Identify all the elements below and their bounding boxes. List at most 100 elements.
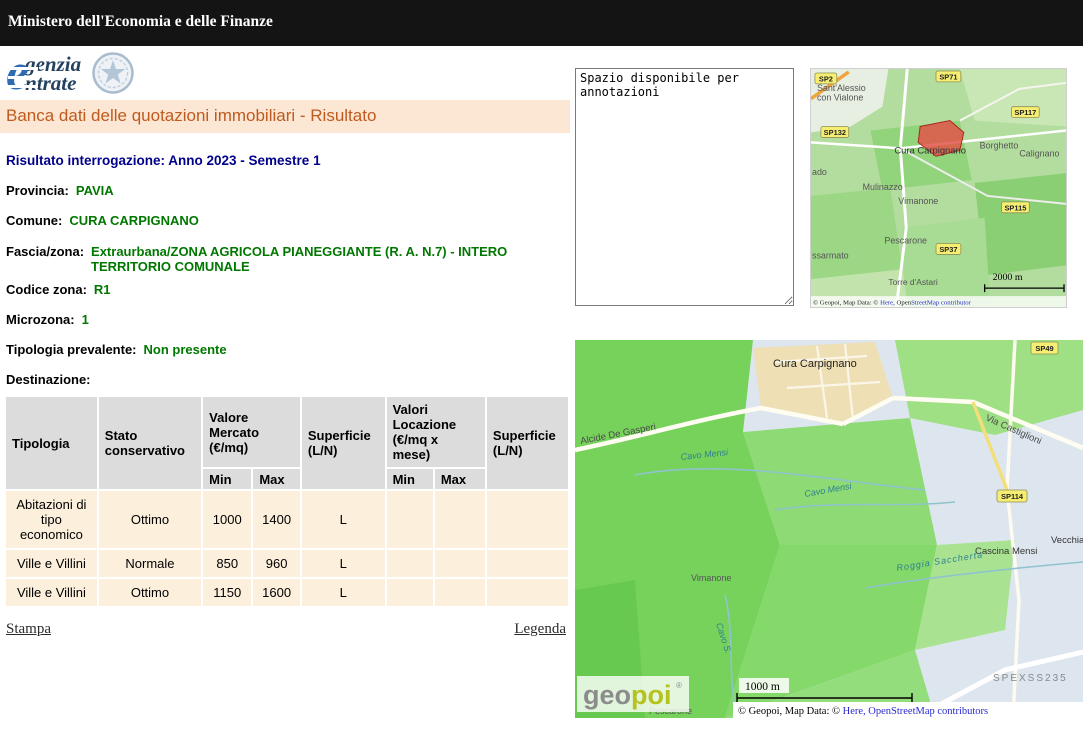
map-label-sant-alessio: con Vialone [817,93,863,103]
map-attribution: © Geopoi, Map Data: © Here, OpenStreetMa… [733,702,1083,718]
cell-vm-max: 960 [253,550,300,577]
field-destinazione: Destinazione: [6,372,570,387]
cell-superficie-2 [487,579,568,606]
col-header-superficie-2: Superficie (L/N) [487,397,568,489]
italy-emblem-icon [91,51,135,95]
field-value: 1 [82,312,89,327]
col-header-max: Max [435,469,485,489]
cell-vm-max: 1600 [253,579,300,606]
map-label-vecchia: Vecchia [1051,535,1083,546]
svg-text:© Geopoi, Map Data: © Here, Op: © Geopoi, Map Data: © Here, OpenStreetMa… [738,706,988,717]
field-label: Comune: [6,213,62,228]
svg-text:geopoi: geopoi [583,680,672,710]
map-label-ssarmato: ssarmato [812,250,849,260]
svg-text:SP132: SP132 [824,128,846,137]
overview-map[interactable]: SP2 SP71 SP117 SP132 SP115 SP37 [810,68,1067,308]
ministry-title: Ministero dell'Economia e delle Finanze [8,13,273,30]
logo-stripe [8,85,38,88]
cell-superficie-2 [487,491,568,548]
cell-vl-max [435,550,485,577]
svg-text:© Geopoi, Map Data: © Here, Op: © Geopoi, Map Data: © Here, OpenStreetMa… [813,300,972,307]
cell-vl-min [387,550,433,577]
col-header-max: Max [253,469,300,489]
cell-vl-min [387,579,433,606]
road-badge-sp49: SP49 [1031,342,1058,354]
field-value: Non presente [144,342,227,357]
field-value: CURA CARPIGNANO [69,213,199,228]
main-content: e genzia ntrate Banca dati delle quotazi… [0,46,570,638]
field-label: Provincia: [6,183,69,198]
cell-stato: Normale [99,550,201,577]
map-label-calignano: Calignano [1019,148,1059,158]
map-label-borghetto: Borghetto [980,140,1019,150]
cell-tipologia: Abitazioni di tipo economico [6,491,97,548]
cell-vl-max [435,491,485,548]
col-header-stato: Stato conservativo [99,397,201,489]
here-link: Here, [880,300,895,307]
osm-link: OpenStreetMap contributors [868,706,988,717]
cell-tipologia: Ville e Villini [6,579,97,606]
field-label: Codice zona: [6,282,87,297]
map-label-cura-carpignano: Cura Carpignano [894,144,966,155]
svg-text:2000 m: 2000 m [993,272,1023,283]
map-label-vimanone: Vimanone [691,573,731,583]
result-section: Risultato interrogazione: Anno 2023 - Se… [0,153,570,638]
map-label-spexss235: SPEXSS235 [993,673,1068,684]
cell-vm-max: 1400 [253,491,300,548]
map-terrain [575,340,1083,718]
logo-stripe [8,76,38,79]
stampa-link[interactable]: Stampa [6,621,51,638]
table-row: Ville e Villini Normale 850 960 L [6,550,568,577]
ministry-bar: Ministero dell'Economia e delle Finanze [0,0,1083,46]
field-label: Destinazione: [6,372,91,387]
cell-stato: Ottimo [99,491,201,548]
road-badge-sp115: SP115 [1002,202,1030,213]
field-fascia-zona: Fascia/zona: Extraurbana/ZONA AGRICOLA P… [6,244,570,274]
annotations-textarea[interactable]: Spazio disponibile per annotazioni [575,68,794,306]
app-window: Ministero dell'Economia e delle Finanze … [0,0,1083,737]
svg-text:1000 m: 1000 m [745,681,780,693]
geopoi-logo: geopoi ® [577,676,689,712]
table-row: Ville e Villini Ottimo 1150 1600 L [6,579,568,606]
logo-stripe [8,67,38,70]
col-header-min: Min [203,469,251,489]
col-header-superficie-1: Superficie (L/N) [302,397,385,489]
map-label-ado: ado [812,167,827,177]
road-badge-sp114: SP114 [997,490,1027,502]
cell-superficie-1: L [302,491,385,548]
road-badge-sp117: SP117 [1011,107,1039,118]
map-terrain [811,69,1066,307]
field-codice-zona: Codice zona: R1 [6,282,570,297]
map-label-sant-alessio: Sant'Alessio [817,83,866,93]
logo-e-glyph: e [6,51,29,95]
agenzia-entrate-logo: e genzia ntrate [6,51,81,95]
col-header-valori-locazione: Valori Locazione (€/mq x mese) [387,397,485,467]
agency-header: e genzia ntrate [0,46,570,100]
page-title: Banca dati delle quotazioni immobiliari … [0,100,570,133]
field-value: R1 [94,282,111,297]
cell-vm-min: 1000 [203,491,251,548]
map-label-torre-dastari: Torre d'Astari [888,277,937,287]
road-badge-sp71: SP71 [936,71,961,82]
road-badge-sp132: SP132 [821,127,849,138]
map-label-mulinazzo: Mulinazzo [863,182,903,192]
svg-text:SP117: SP117 [1014,108,1036,117]
field-microzona: Microzona: 1 [6,312,570,327]
cell-vm-min: 1150 [203,579,251,606]
legenda-link[interactable]: Legenda [514,621,566,638]
quotations-table: Tipologia Stato conservativo Valore Merc… [4,395,570,608]
field-comune: Comune: CURA CARPIGNANO [6,213,570,228]
col-header-min: Min [387,469,433,489]
field-value: Extraurbana/ZONA AGRICOLA PIANEGGIANTE (… [91,244,543,274]
map-label-cascina-mensi: Cascina Mensi [975,546,1037,557]
cell-vm-min: 850 [203,550,251,577]
osm-link: StreetMap contributor [911,300,971,307]
field-tipologia-prevalente: Tipologia prevalente: Non presente [6,342,570,357]
table-row: Abitazioni di tipo economico Ottimo 1000… [6,491,568,548]
here-link: Here, [843,706,866,717]
cell-tipologia: Ville e Villini [6,550,97,577]
detail-map[interactable]: SP49 SP114 Cura Carpignano Alcide De Gas… [575,340,1083,718]
map-label-vimanone: Vimanone [898,196,938,206]
col-header-tipologia: Tipologia [6,397,97,489]
map-label-cura-carpignano: Cura Carpignano [773,358,857,370]
